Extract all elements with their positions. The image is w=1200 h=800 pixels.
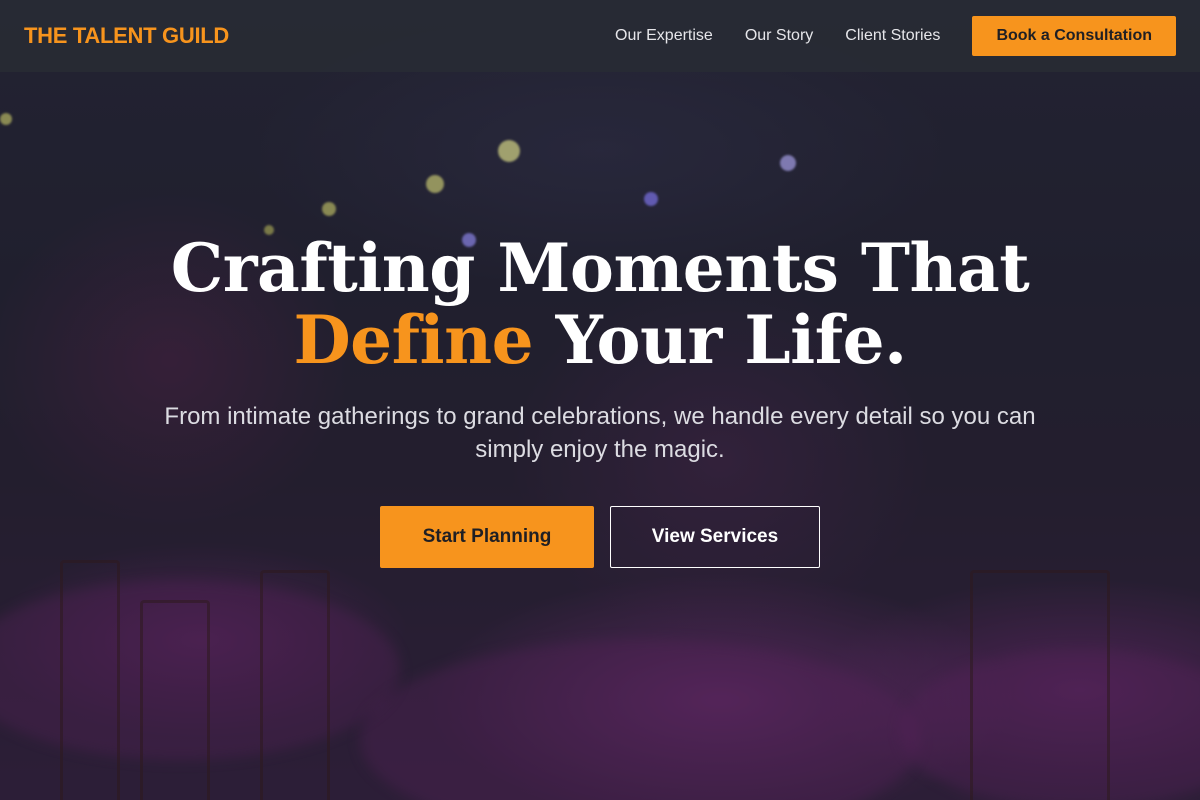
hero-section: Crafting Moments That Define Your Life. … (0, 232, 1200, 568)
hero-actions: Start Planning View Services (0, 506, 1200, 568)
nav-link-our-expertise[interactable]: Our Expertise (615, 27, 713, 45)
hero-title: Crafting Moments That Define Your Life. (0, 232, 1200, 376)
hero-title-accent: Define (293, 301, 534, 379)
start-planning-button[interactable]: Start Planning (380, 506, 594, 568)
hero-title-line1: Crafting Moments That (170, 229, 1030, 307)
book-consultation-button[interactable]: Book a Consultation (972, 16, 1176, 56)
navbar: THE TALENT GUILD Our Expertise Our Story… (0, 0, 1200, 72)
nav-menu: Our Expertise Our Story Client Stories B… (615, 16, 1176, 56)
view-services-button[interactable]: View Services (610, 506, 820, 568)
hero-title-rest: Your Life. (533, 301, 907, 379)
nav-link-our-story[interactable]: Our Story (745, 27, 813, 45)
brand-logo[interactable]: THE TALENT GUILD (24, 23, 229, 49)
nav-link-client-stories[interactable]: Client Stories (845, 27, 940, 45)
hero-subtitle: From intimate gatherings to grand celebr… (164, 403, 1036, 463)
